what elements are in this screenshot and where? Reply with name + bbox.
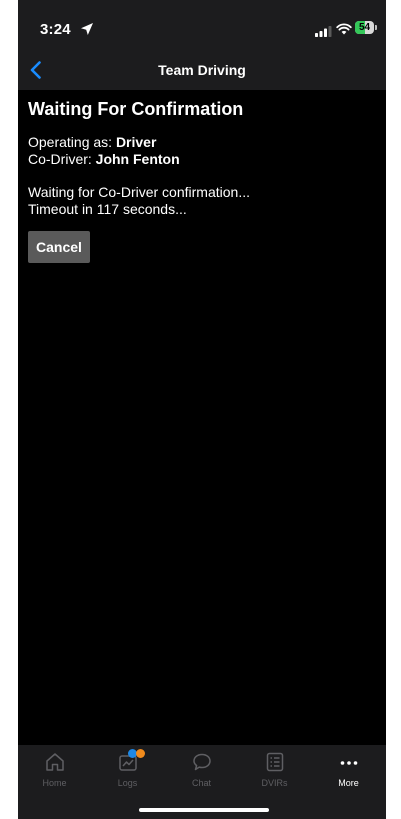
home-icon — [44, 751, 66, 773]
tab-home-label: Home — [42, 778, 67, 788]
location-arrow-icon — [80, 22, 94, 36]
page-title: Waiting For Confirmation — [28, 99, 244, 119]
co-driver-line: Co-Driver: John Fenton — [28, 151, 378, 168]
battery-cap — [375, 25, 377, 30]
co-driver-label: Co-Driver: — [28, 151, 96, 167]
home-indicator[interactable] — [139, 808, 269, 812]
tab-more[interactable]: More — [312, 751, 385, 791]
waiting-text: Waiting for Co-Driver confirmation... — [28, 184, 250, 200]
timeout-text: Timeout in 117 seconds... — [28, 201, 187, 217]
chevron-left-icon — [30, 61, 41, 79]
tab-home[interactable]: Home — [18, 751, 91, 791]
battery-body: 54 — [355, 21, 374, 34]
back-button[interactable] — [24, 56, 52, 84]
bottom-tab-bar: Home Logs Chat DVIRs More — [18, 745, 386, 819]
wifi-icon — [336, 22, 352, 35]
tab-dvirs-label: DVIRs — [261, 778, 288, 788]
operating-as-label: Operating as: — [28, 134, 116, 150]
logs-badge-orange — [136, 749, 145, 758]
tab-chat[interactable]: Chat — [165, 751, 238, 791]
navigation-bar: Team Driving — [18, 50, 386, 90]
tab-logs[interactable]: Logs — [91, 749, 164, 791]
cancel-button[interactable]: Cancel — [28, 231, 90, 263]
checklist-icon — [264, 751, 286, 773]
tab-dvirs[interactable]: DVIRs — [238, 751, 311, 791]
tab-logs-label: Logs — [117, 778, 138, 788]
operating-as-line: Operating as: Driver — [28, 134, 378, 151]
main-content: Waiting For Confirmation Operating as: D… — [28, 98, 378, 263]
battery-indicator: 54 — [355, 21, 377, 34]
tab-chat-label: Chat — [191, 778, 211, 788]
chat-bubble-icon — [191, 751, 213, 773]
battery-percent: 54 — [358, 22, 371, 33]
more-dots-icon — [338, 751, 360, 773]
status-bar: 3:24 54 — [18, 0, 386, 50]
tab-more-label: More — [338, 778, 359, 788]
operating-as-value: Driver — [115, 134, 157, 150]
status-time: 3:24 — [40, 21, 71, 38]
waiting-status: Waiting for Co-Driver confirmation... Ti… — [28, 184, 378, 218]
co-driver-value: John Fenton — [95, 151, 180, 167]
app-screen: 3:24 54 Team Driving Waiting For Confirm… — [18, 0, 386, 819]
page-header-title: Team Driving — [158, 62, 246, 78]
cellular-signal-icon — [315, 24, 333, 37]
